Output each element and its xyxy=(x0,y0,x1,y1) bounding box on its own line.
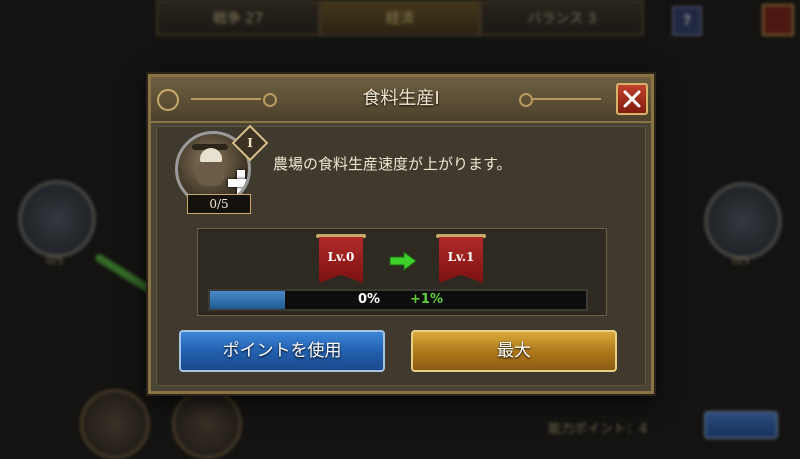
level-panel: Lv.0 Lv.1 0% +1% xyxy=(197,228,607,316)
tab-balance[interactable]: バランス 3 xyxy=(480,0,644,36)
dialog-title: 食料生産I xyxy=(362,88,440,109)
farmer-body xyxy=(196,160,224,186)
skill-node-left-count: 0/5 xyxy=(46,254,64,267)
current-level-banner: Lv.0 xyxy=(319,237,363,283)
progress-fill xyxy=(210,291,286,309)
tab-war[interactable]: 戦争 27 xyxy=(156,0,320,36)
skill-node-left[interactable] xyxy=(18,180,96,258)
progress-label: 0% xyxy=(358,292,381,307)
ability-points-label: 能力ポイント：4 xyxy=(548,422,648,437)
background-close-icon[interactable] xyxy=(762,4,794,36)
help-icon[interactable]: ? xyxy=(672,6,702,36)
progress-bar: 0% +1% xyxy=(208,289,588,311)
max-button[interactable]: 最大 xyxy=(411,330,617,372)
skill-description: 農場の食料生産速度が上がります。 xyxy=(273,155,512,173)
skill-dialog: 食料生産I I 0/5 農場の食料生産速度が上がります。 Lv.0 Lv.1 0… xyxy=(148,74,654,394)
next-level-banner: Lv.1 xyxy=(439,237,483,283)
dialog-titlebar: 食料生産I xyxy=(151,77,651,123)
use-point-button[interactable]: ポイントを使用 xyxy=(179,330,385,372)
progress-gain: +1% xyxy=(410,292,443,307)
skill-node-right-count: 0/5 xyxy=(732,254,750,267)
close-icon xyxy=(623,90,641,108)
tab-economy[interactable]: 経済 xyxy=(320,0,480,36)
skill-points: 0/5 xyxy=(187,194,251,214)
arrow-right-icon xyxy=(389,251,417,271)
tier-label: I xyxy=(247,136,253,150)
close-button[interactable] xyxy=(616,83,648,115)
skill-node-right[interactable] xyxy=(704,182,782,260)
farmer-head xyxy=(200,148,222,162)
reset-button[interactable] xyxy=(704,411,778,439)
